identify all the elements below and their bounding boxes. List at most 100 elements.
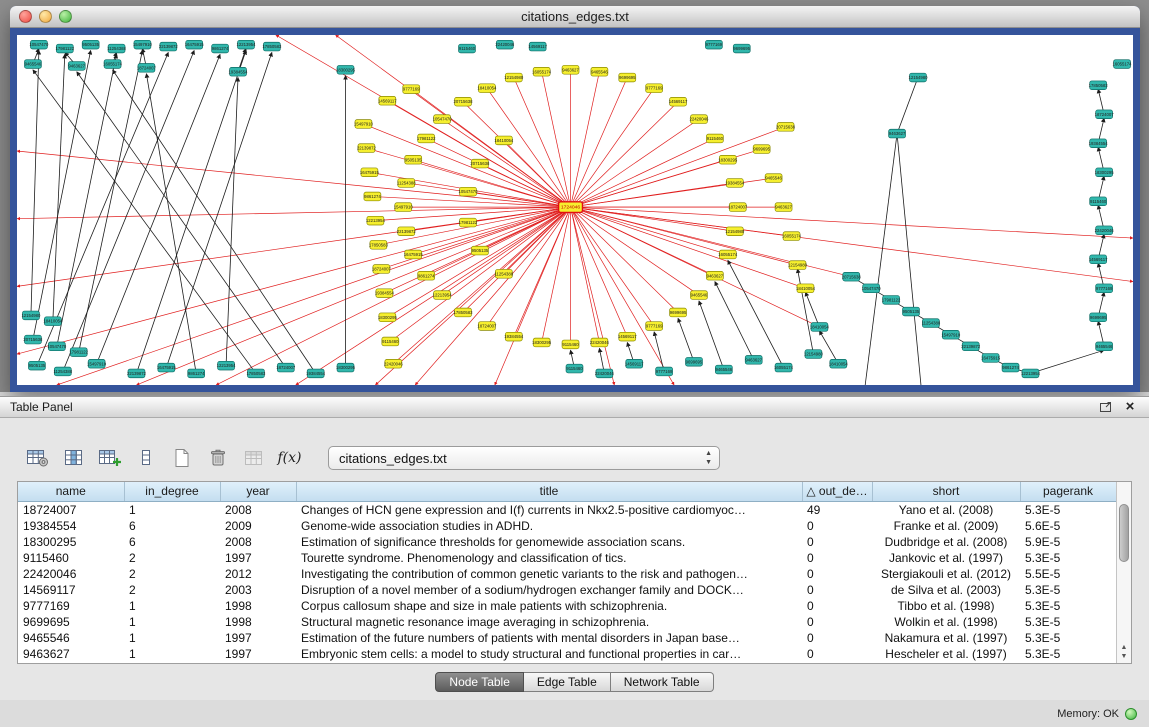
network-node[interactable] [1096, 226, 1113, 235]
network-node[interactable] [533, 338, 550, 347]
network-node[interactable] [108, 44, 125, 53]
network-node[interactable] [733, 44, 750, 53]
network-node[interactable] [104, 60, 121, 69]
network-node[interactable] [765, 174, 782, 183]
network-node[interactable] [48, 342, 65, 351]
network-node[interactable] [646, 84, 663, 93]
network-node[interactable] [777, 123, 794, 132]
function-builder-icon[interactable]: f(x) [276, 446, 303, 471]
table-row[interactable]: 946362711997Embryonic stem cells: a mode… [18, 646, 1116, 662]
network-node[interactable] [398, 227, 415, 236]
network-node[interactable] [753, 145, 770, 154]
network-node[interactable] [922, 319, 939, 328]
network-node[interactable] [30, 40, 47, 49]
network-node[interactable] [533, 67, 550, 76]
network-node[interactable] [529, 42, 546, 51]
network-node[interactable] [805, 350, 822, 359]
network-node[interactable] [982, 354, 999, 363]
network-node[interactable] [562, 65, 579, 74]
zoom-window-button[interactable] [59, 10, 72, 23]
network-node[interactable] [24, 335, 41, 344]
network-node[interactable] [212, 44, 229, 53]
network-node[interactable] [775, 203, 792, 212]
network-node[interactable] [706, 271, 723, 280]
table-row[interactable]: 946554611997Estimation of the future num… [18, 630, 1116, 646]
scrollbar-thumb[interactable] [1119, 504, 1129, 562]
network-node[interactable] [1090, 313, 1107, 322]
network-node[interactable] [863, 284, 880, 293]
table-select-combobox[interactable]: citations_edges.txt ▲▼ [328, 446, 720, 470]
network-node[interactable] [263, 42, 280, 51]
column-header-short[interactable]: short [872, 482, 1020, 501]
network-node[interactable] [670, 97, 687, 106]
column-header-in_degree[interactable]: in_degree [124, 482, 220, 501]
scrollbar-arrows-icon[interactable]: ▲▼ [1117, 643, 1131, 661]
table-row[interactable]: 969969511998Structural magnetic resonanc… [18, 614, 1116, 630]
table-row[interactable]: 1830029562008Estimation of significance … [18, 534, 1116, 550]
network-node[interactable] [745, 356, 762, 365]
network-node[interactable] [364, 192, 381, 201]
network-node[interactable] [942, 330, 959, 339]
network-node[interactable] [398, 179, 415, 188]
network-node[interactable] [471, 159, 488, 168]
network-node[interactable] [405, 250, 422, 259]
network-node[interactable] [382, 337, 399, 346]
network-node[interactable] [358, 144, 375, 153]
network-node[interactable] [562, 340, 579, 349]
network-node[interactable] [460, 187, 477, 196]
new-column-icon[interactable] [96, 446, 123, 471]
table-row[interactable]: 1456911722003Disruption of a novel membe… [18, 582, 1116, 598]
column-header-pagerank[interactable]: pagerank [1020, 482, 1116, 501]
network-node[interactable] [56, 44, 73, 53]
table-row[interactable]: 1938455462009Genome-wide association stu… [18, 518, 1116, 534]
network-node[interactable] [134, 40, 151, 49]
row-height-icon[interactable] [132, 446, 159, 471]
network-node[interactable] [355, 120, 372, 129]
network-node[interactable] [277, 363, 294, 372]
network-node[interactable] [789, 261, 806, 270]
network-node[interactable] [1022, 369, 1039, 378]
network-node[interactable] [160, 42, 177, 51]
network-node[interactable] [619, 73, 636, 82]
network-node[interactable] [379, 96, 396, 105]
network-node[interactable] [1002, 363, 1019, 372]
network-node[interactable] [656, 367, 673, 376]
network-node[interactable] [715, 365, 732, 374]
network-node[interactable] [455, 97, 472, 106]
network-node[interactable] [706, 134, 723, 143]
network-node[interactable] [719, 250, 736, 259]
network-node[interactable] [962, 342, 979, 351]
network-node[interactable] [367, 216, 384, 225]
network-node[interactable] [626, 359, 643, 368]
network-node[interactable] [186, 40, 203, 49]
import-table-icon[interactable] [240, 446, 267, 471]
network-node[interactable] [495, 136, 512, 145]
table-row[interactable]: 1872400712008Changes of HCN gene express… [18, 501, 1116, 518]
network-node[interactable] [471, 246, 488, 255]
network-node[interactable] [830, 359, 847, 368]
network-node[interactable] [373, 265, 390, 274]
network-node[interactable] [505, 332, 522, 341]
network-node[interactable] [729, 203, 746, 212]
network-node[interactable] [128, 369, 145, 378]
network-node[interactable] [88, 359, 105, 368]
network-node[interactable] [395, 203, 412, 212]
vertical-scrollbar[interactable]: ▲▼ [1116, 482, 1131, 663]
network-node[interactable] [670, 308, 687, 317]
network-node[interactable] [403, 85, 420, 94]
network-node[interactable] [591, 67, 608, 76]
network-node[interactable] [1090, 197, 1107, 206]
network-node[interactable] [218, 361, 235, 370]
network-node[interactable] [68, 62, 85, 71]
network-node[interactable] [418, 271, 435, 280]
tab-node-table[interactable]: Node Table [435, 672, 524, 692]
network-node[interactable] [307, 369, 324, 378]
network-node[interactable] [910, 73, 927, 82]
table-row[interactable]: 911546021997Tourette syndrome. Phenomeno… [18, 550, 1116, 566]
network-node[interactable] [54, 367, 71, 376]
float-panel-icon[interactable] [1097, 399, 1115, 415]
network-node[interactable] [24, 60, 41, 69]
network-node[interactable] [337, 363, 354, 372]
network-node[interactable] [495, 269, 512, 278]
network-node[interactable] [1114, 60, 1131, 69]
